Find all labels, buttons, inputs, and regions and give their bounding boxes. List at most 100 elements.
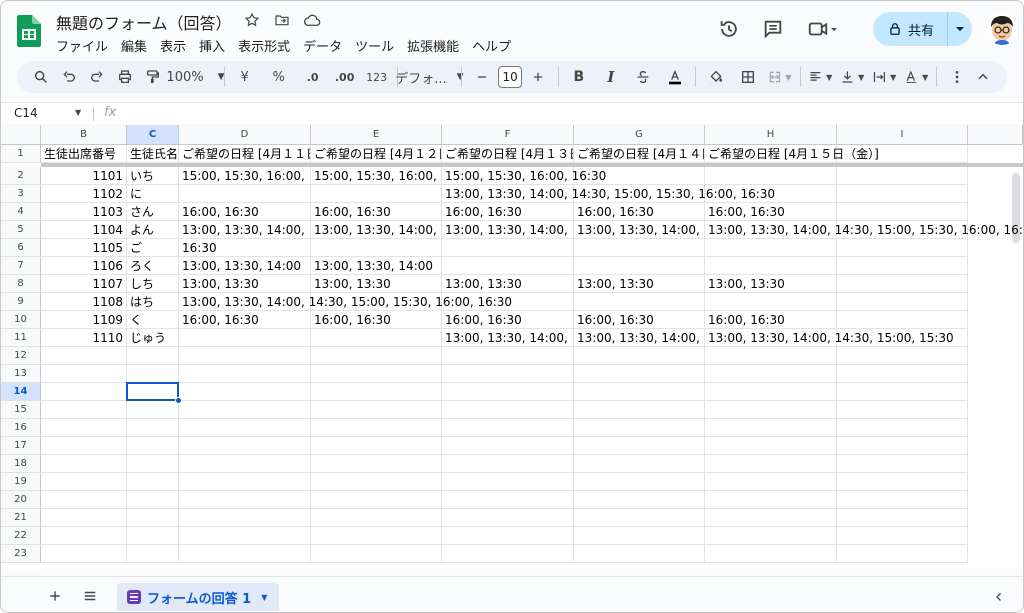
percent-format-button[interactable]: %	[267, 65, 291, 89]
table-cell[interactable]	[442, 491, 574, 509]
table-cell[interactable]: 13:00, 13:30, 14:00	[179, 257, 311, 275]
table-cell[interactable]: しち	[127, 275, 179, 293]
table-cell[interactable]: さん	[127, 203, 179, 221]
table-cell[interactable]	[41, 347, 127, 365]
table-cell[interactable]: 13:00, 13:30	[311, 275, 442, 293]
table-cell[interactable]	[574, 239, 705, 257]
menu-insert[interactable]: 挿入	[199, 36, 225, 55]
table-cell[interactable]: 13:00, 13:30	[179, 275, 311, 293]
comments-icon[interactable]	[761, 17, 785, 41]
row-header-16[interactable]: 16	[1, 419, 41, 437]
row-header-1[interactable]: 1	[1, 145, 41, 163]
decrease-decimal-button[interactable]: .0	[301, 65, 325, 89]
row-header-20[interactable]: 20	[1, 491, 41, 509]
table-cell[interactable]: 13:00, 13:30, 14:00, 14:30	[574, 329, 705, 347]
horizontal-align-icon[interactable]: ▼	[808, 65, 832, 89]
table-cell[interactable]: はち	[127, 293, 179, 311]
table-cell[interactable]	[442, 383, 574, 401]
print-icon[interactable]	[113, 65, 137, 89]
table-cell[interactable]: 16:30	[179, 239, 311, 257]
table-cell[interactable]: 13:00, 13:30, 14:00, 14:30, 15:00, 15:30…	[179, 293, 512, 311]
name-box[interactable]: C14	[14, 106, 38, 120]
table-cell[interactable]	[179, 401, 311, 419]
table-cell[interactable]	[574, 491, 705, 509]
table-cell[interactable]	[41, 401, 127, 419]
table-cell[interactable]	[311, 455, 442, 473]
column-header-i[interactable]: I	[837, 125, 968, 145]
table-cell[interactable]: く	[127, 311, 179, 329]
table-cell[interactable]: 16:00, 16:30	[179, 203, 311, 221]
table-cell[interactable]	[179, 491, 311, 509]
table-cell[interactable]	[41, 383, 127, 401]
table-cell[interactable]	[442, 437, 574, 455]
chevron-down-icon[interactable]: ▼	[261, 593, 267, 602]
table-cell[interactable]	[574, 527, 705, 545]
table-cell[interactable]	[837, 167, 968, 185]
table-cell[interactable]	[127, 491, 179, 509]
table-cell[interactable]	[574, 257, 705, 275]
table-cell[interactable]	[442, 419, 574, 437]
table-cell[interactable]	[127, 473, 179, 491]
sheets-logo-icon[interactable]	[17, 15, 41, 47]
table-cell[interactable]: 16:00, 16:30	[311, 311, 442, 329]
table-cell[interactable]	[705, 455, 837, 473]
table-cell[interactable]	[705, 239, 837, 257]
more-options-icon[interactable]	[945, 65, 969, 89]
table-cell[interactable]: 13:00, 13:30, 14:00, 14:30, 15:00, 15:30…	[442, 185, 775, 203]
table-cell[interactable]: 16:00, 16:30	[311, 203, 442, 221]
paint-format-icon[interactable]	[141, 65, 165, 89]
table-cell[interactable]	[442, 239, 574, 257]
row-header-23[interactable]: 23	[1, 545, 41, 563]
table-cell[interactable]	[705, 383, 837, 401]
table-cell[interactable]	[179, 185, 311, 203]
table-cell[interactable]	[705, 491, 837, 509]
share-dropdown-icon[interactable]	[948, 24, 972, 34]
table-cell[interactable]	[705, 419, 837, 437]
table-cell[interactable]: 16:00, 16:30	[705, 203, 837, 221]
search-icon[interactable]	[29, 65, 53, 89]
table-cell[interactable]	[705, 167, 837, 185]
table-cell[interactable]	[837, 491, 968, 509]
table-cell[interactable]	[837, 365, 968, 383]
italic-icon[interactable]: I	[599, 65, 623, 89]
strikethrough-icon[interactable]	[631, 65, 655, 89]
table-cell[interactable]: 1103	[41, 203, 127, 221]
table-cell[interactable]	[41, 545, 127, 563]
undo-icon[interactable]	[57, 65, 81, 89]
all-sheets-icon[interactable]	[80, 586, 100, 606]
table-cell[interactable]	[311, 527, 442, 545]
table-cell[interactable]: 13:00, 13:30, 14:00, 14:30	[179, 221, 311, 239]
menu-tools[interactable]: ツール	[355, 36, 394, 55]
table-cell[interactable]	[179, 509, 311, 527]
table-cell[interactable]	[179, 545, 311, 563]
font-size-value[interactable]: 10	[498, 66, 523, 88]
select-all-corner[interactable]	[1, 125, 41, 145]
table-cell[interactable]	[179, 329, 311, 347]
table-cell[interactable]	[311, 491, 442, 509]
table-cell[interactable]	[311, 329, 442, 347]
table-cell[interactable]	[574, 293, 705, 311]
table-cell[interactable]	[311, 437, 442, 455]
table-cell[interactable]	[705, 293, 837, 311]
table-cell[interactable]: 16:00, 16:30	[574, 203, 705, 221]
table-cell[interactable]: 13:00, 13:30, 14:00, 14:30	[574, 221, 705, 239]
table-cell[interactable]: 13:00, 13:30, 14:00, 14:30	[311, 221, 442, 239]
table-cell[interactable]	[574, 473, 705, 491]
table-cell[interactable]: 1104	[41, 221, 127, 239]
table-cell[interactable]	[127, 437, 179, 455]
table-cell[interactable]	[311, 185, 442, 203]
table-cell[interactable]	[442, 347, 574, 365]
table-cell[interactable]	[127, 365, 179, 383]
text-wrapping-icon[interactable]: ▼	[872, 65, 896, 89]
table-cell[interactable]: 13:00, 13:30, 14:00, 14:30	[442, 329, 574, 347]
table-cell[interactable]	[127, 545, 179, 563]
table-cell[interactable]: 15:00, 15:30, 16:00, 16:30	[179, 167, 311, 185]
table-cell[interactable]	[705, 509, 837, 527]
fill-handle[interactable]	[175, 397, 182, 404]
table-cell[interactable]	[837, 185, 968, 203]
table-cell[interactable]	[442, 473, 574, 491]
table-cell[interactable]: に	[127, 185, 179, 203]
header-cell[interactable]: ご希望の日程 [4月１４日（木）]	[574, 145, 705, 163]
borders-icon[interactable]	[736, 65, 760, 89]
table-cell[interactable]	[41, 509, 127, 527]
